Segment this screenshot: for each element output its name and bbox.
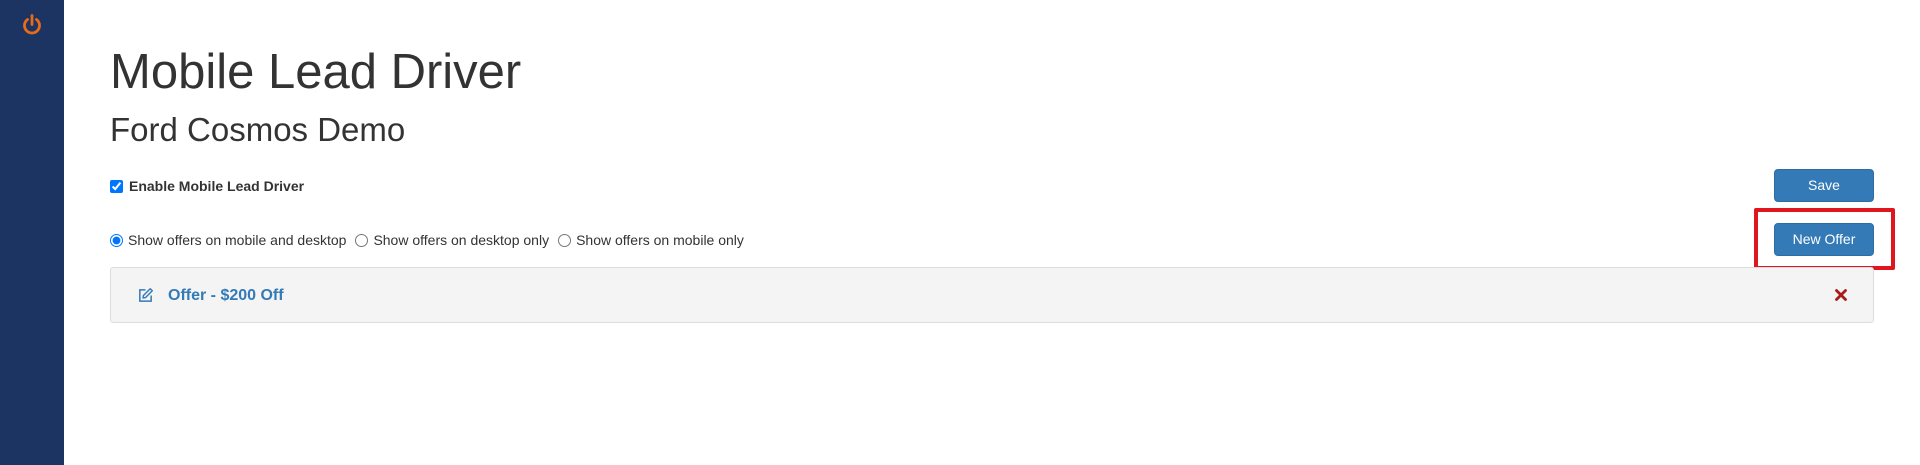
new-offer-button[interactable]: New Offer xyxy=(1774,223,1874,256)
delete-icon[interactable] xyxy=(1835,289,1847,301)
page-title: Mobile Lead Driver xyxy=(110,45,522,99)
radio-label: Show offers on desktop only xyxy=(373,232,550,248)
enable-mobile-lead-driver[interactable]: Enable Mobile Lead Driver xyxy=(110,178,304,194)
display-options: Show offers on mobile and desktop Show o… xyxy=(110,232,753,248)
main-content: Mobile Lead Driver Ford Cosmos Demo Enab… xyxy=(110,0,1895,465)
enable-label: Enable Mobile Lead Driver xyxy=(129,178,305,194)
power-icon[interactable] xyxy=(20,13,44,37)
page-subtitle: Ford Cosmos Demo xyxy=(110,111,406,148)
offer-title[interactable]: Offer - $200 Off xyxy=(168,286,284,306)
radio-option-mobile-only[interactable]: Show offers on mobile only xyxy=(558,232,744,248)
save-button[interactable]: Save xyxy=(1774,169,1874,202)
radio-label: Show offers on mobile only xyxy=(576,232,744,248)
enable-checkbox[interactable] xyxy=(110,179,123,193)
radio-option-mobile-and-desktop[interactable]: Show offers on mobile and desktop xyxy=(110,232,346,248)
radio-option-desktop-only[interactable]: Show offers on desktop only xyxy=(355,232,549,248)
radio-mobile-and-desktop[interactable] xyxy=(110,233,123,247)
sidebar xyxy=(0,0,64,465)
radio-mobile-only[interactable] xyxy=(558,233,572,247)
offer-panel: Offer - $200 Off xyxy=(110,267,1874,323)
edit-icon[interactable] xyxy=(137,287,154,304)
radio-label: Show offers on mobile and desktop xyxy=(128,232,347,248)
radio-desktop-only[interactable] xyxy=(355,233,369,247)
